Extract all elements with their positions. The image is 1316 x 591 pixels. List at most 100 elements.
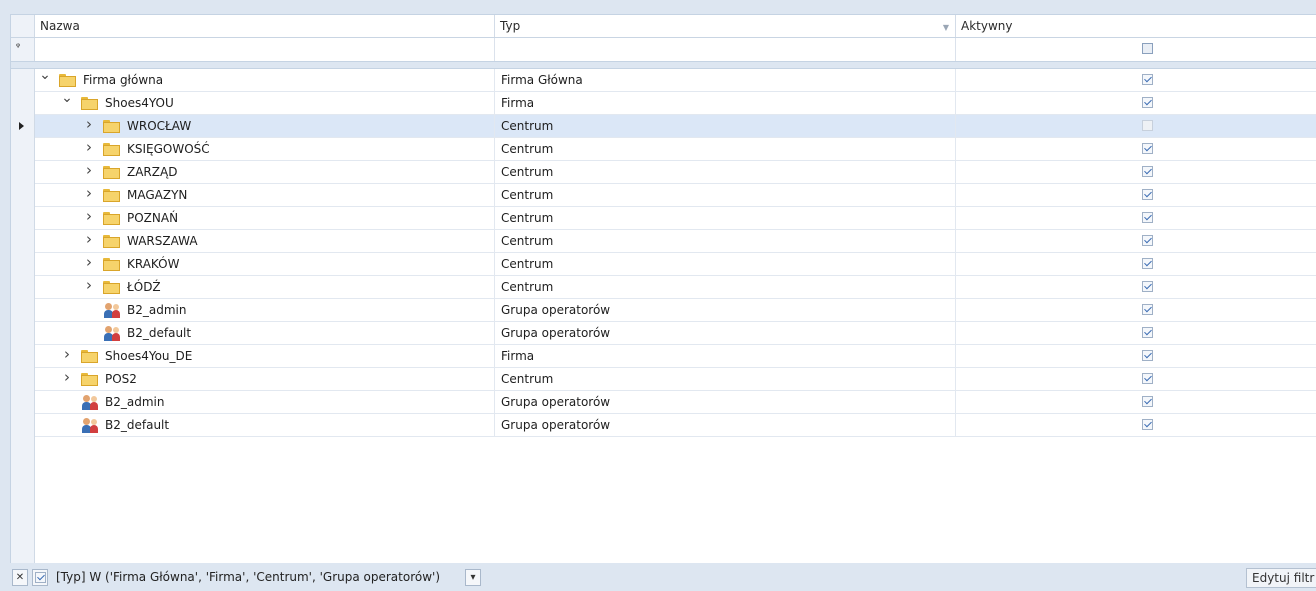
- row-indicator[interactable]: [11, 322, 35, 345]
- table-row[interactable]: › KRAKÓW Centrum: [11, 253, 1316, 276]
- active-checkbox[interactable]: [1142, 419, 1153, 430]
- name-cell[interactable]: › KRAKÓW: [35, 253, 495, 276]
- row-indicator[interactable]: [11, 299, 35, 322]
- table-row[interactable]: › ZARZĄD Centrum: [11, 161, 1316, 184]
- name-cell[interactable]: › MAGAZYN: [35, 184, 495, 207]
- row-indicator[interactable]: [11, 414, 35, 437]
- collapse-chevron-icon[interactable]: ⌄: [39, 68, 51, 82]
- active-cell[interactable]: [956, 161, 1316, 184]
- row-indicator[interactable]: [11, 368, 35, 391]
- active-cell[interactable]: [956, 207, 1316, 230]
- active-checkbox[interactable]: [1142, 258, 1153, 269]
- name-cell[interactable]: › POZNAŃ: [35, 207, 495, 230]
- active-cell[interactable]: [956, 322, 1316, 345]
- row-indicator[interactable]: [11, 92, 35, 115]
- column-header-name[interactable]: Nazwa: [35, 15, 495, 37]
- filter-cell-active[interactable]: [956, 38, 1316, 61]
- column-header-active[interactable]: Aktywny: [956, 15, 1316, 37]
- table-row[interactable]: › Shoes4You_DE Firma: [11, 345, 1316, 368]
- expand-chevron-icon[interactable]: ›: [83, 232, 95, 247]
- row-indicator[interactable]: [11, 207, 35, 230]
- row-indicator[interactable]: [11, 115, 35, 138]
- type-cell[interactable]: Centrum: [495, 184, 956, 207]
- active-checkbox[interactable]: [1142, 304, 1153, 315]
- active-checkbox[interactable]: [1142, 235, 1153, 246]
- filter-cell-type[interactable]: [495, 38, 956, 61]
- type-cell[interactable]: Centrum: [495, 368, 956, 391]
- type-cell[interactable]: Centrum: [495, 161, 956, 184]
- active-cell[interactable]: [956, 253, 1316, 276]
- row-indicator[interactable]: [11, 276, 35, 299]
- table-row[interactable]: › MAGAZYN Centrum: [11, 184, 1316, 207]
- name-cell[interactable]: › WARSZAWA: [35, 230, 495, 253]
- row-indicator[interactable]: [11, 230, 35, 253]
- name-cell[interactable]: B2_admin: [35, 299, 495, 322]
- row-indicator[interactable]: [11, 253, 35, 276]
- close-filter-button[interactable]: ✕: [12, 569, 28, 586]
- table-row[interactable]: › POS2 Centrum: [11, 368, 1316, 391]
- filter-enable-checkbox[interactable]: [32, 569, 48, 586]
- active-cell[interactable]: [956, 345, 1316, 368]
- active-checkbox[interactable]: [1142, 212, 1153, 223]
- type-cell[interactable]: Firma: [495, 92, 956, 115]
- row-indicator[interactable]: [11, 391, 35, 414]
- table-row[interactable]: B2_admin Grupa operatorów: [11, 299, 1316, 322]
- active-checkbox[interactable]: [1142, 143, 1153, 154]
- type-cell[interactable]: Firma: [495, 345, 956, 368]
- type-cell[interactable]: Centrum: [495, 138, 956, 161]
- active-cell[interactable]: [956, 92, 1316, 115]
- type-cell[interactable]: Centrum: [495, 230, 956, 253]
- active-cell[interactable]: [956, 230, 1316, 253]
- edit-filter-button[interactable]: Edytuj filtr: [1246, 568, 1316, 588]
- name-cell[interactable]: › ZARZĄD: [35, 161, 495, 184]
- table-row[interactable]: › WARSZAWA Centrum: [11, 230, 1316, 253]
- table-row[interactable]: B2_default Grupa operatorów: [11, 322, 1316, 345]
- active-cell[interactable]: [956, 368, 1316, 391]
- type-cell[interactable]: Centrum: [495, 207, 956, 230]
- type-cell[interactable]: Firma Główna: [495, 69, 956, 92]
- type-cell[interactable]: Centrum: [495, 253, 956, 276]
- expand-chevron-icon[interactable]: ›: [83, 163, 95, 178]
- name-cell[interactable]: › WROCŁAW: [35, 115, 495, 138]
- active-cell[interactable]: [956, 299, 1316, 322]
- active-checkbox[interactable]: [1142, 120, 1153, 131]
- type-cell[interactable]: Grupa operatorów: [495, 299, 956, 322]
- active-checkbox[interactable]: [1142, 281, 1153, 292]
- name-cell[interactable]: › KSIĘGOWOŚĆ: [35, 138, 495, 161]
- expand-chevron-icon[interactable]: ›: [83, 186, 95, 201]
- active-cell[interactable]: [956, 69, 1316, 92]
- row-indicator[interactable]: [11, 69, 35, 92]
- active-cell[interactable]: [956, 184, 1316, 207]
- active-checkbox[interactable]: [1142, 74, 1153, 85]
- table-row[interactable]: › ŁÓDŹ Centrum: [11, 276, 1316, 299]
- type-cell[interactable]: Centrum: [495, 115, 956, 138]
- table-row[interactable]: › POZNAŃ Centrum: [11, 207, 1316, 230]
- filter-cell-name[interactable]: [35, 38, 495, 61]
- collapse-chevron-icon[interactable]: ⌄: [61, 91, 73, 105]
- name-cell[interactable]: ⌄ Shoes4YOU: [35, 91, 495, 115]
- active-cell[interactable]: [956, 391, 1316, 414]
- name-cell[interactable]: › Shoes4You_DE: [35, 345, 495, 368]
- active-cell[interactable]: [956, 138, 1316, 161]
- active-checkbox[interactable]: [1142, 189, 1153, 200]
- expand-chevron-icon[interactable]: ›: [83, 278, 95, 293]
- active-checkbox[interactable]: [1142, 97, 1153, 108]
- expand-chevron-icon[interactable]: ›: [83, 255, 95, 270]
- table-row[interactable]: ⌄ Shoes4YOU Firma: [11, 91, 1316, 115]
- filter-active-checkbox[interactable]: [1142, 43, 1153, 54]
- type-cell[interactable]: Grupa operatorów: [495, 322, 956, 345]
- row-indicator[interactable]: [11, 138, 35, 161]
- name-cell[interactable]: B2_default: [35, 414, 495, 437]
- active-checkbox[interactable]: [1142, 166, 1153, 177]
- type-cell[interactable]: Centrum: [495, 276, 956, 299]
- expand-chevron-icon[interactable]: ›: [61, 370, 73, 385]
- name-cell[interactable]: › ŁÓDŹ: [35, 276, 495, 299]
- expand-chevron-icon[interactable]: ›: [61, 347, 73, 362]
- type-cell[interactable]: Grupa operatorów: [495, 414, 956, 437]
- name-cell[interactable]: B2_default: [35, 322, 495, 345]
- expand-chevron-icon[interactable]: ›: [83, 140, 95, 155]
- filter-expression[interactable]: [Typ] W ('Firma Główna', 'Firma', 'Centr…: [56, 568, 440, 587]
- column-header-type[interactable]: Typ ▼: [495, 15, 956, 37]
- active-cell[interactable]: [956, 115, 1316, 138]
- name-cell[interactable]: ⌄ Firma główna: [35, 68, 495, 92]
